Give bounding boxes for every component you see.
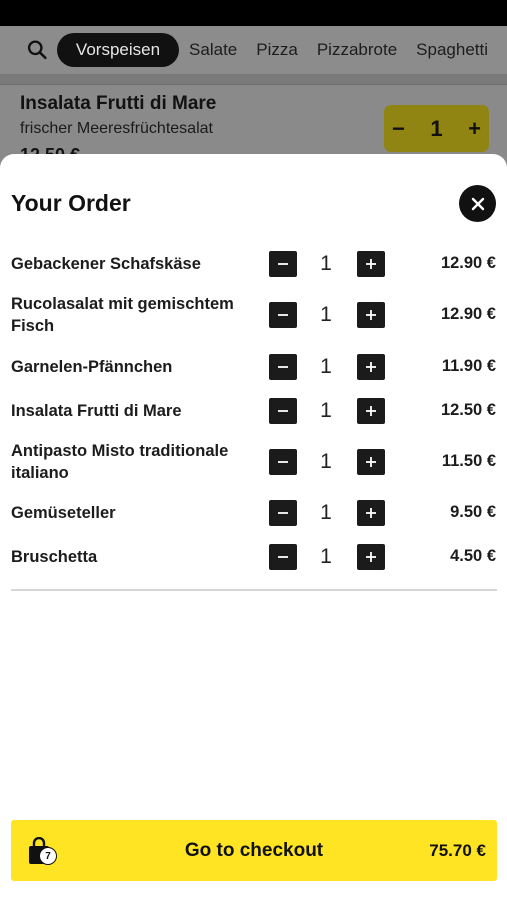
minus-icon: [278, 366, 288, 368]
status-bar: [0, 0, 507, 26]
category-tab[interactable]: Salate: [189, 40, 237, 60]
decrease-quantity-button[interactable]: [269, 544, 297, 570]
order-item-name: Insalata Frutti di Mare: [11, 402, 182, 420]
decrease-quantity-button[interactable]: [269, 449, 297, 475]
quantity-value: 1: [320, 252, 332, 275]
quantity-value: 1: [320, 399, 332, 422]
quantity-value: 1: [320, 355, 332, 378]
quantity-value: 1: [320, 545, 332, 568]
category-nav: Vorspeisen Salate Pizza Pizzabrote Spagh…: [0, 26, 507, 74]
menu-item-card: Insalata Frutti di Mare frischer Meeresf…: [0, 85, 507, 165]
order-item-name: Rucolasalat mit gemischtem Fisch: [11, 295, 234, 335]
menu-item-stepper: − 1 +: [384, 105, 489, 152]
plus-icon: [366, 552, 376, 562]
category-tab[interactable]: Pizzabrote: [317, 40, 397, 60]
close-icon: [471, 197, 484, 210]
order-title: Your Order: [11, 190, 131, 216]
plus-icon: [366, 457, 376, 467]
decrease-quantity-button[interactable]: [269, 251, 297, 277]
minus-icon: [278, 512, 288, 514]
category-tab[interactable]: Pizza: [256, 40, 298, 60]
increase-quantity-button[interactable]: [357, 449, 385, 475]
increase-quantity-button[interactable]: [357, 544, 385, 570]
plus-icon: [366, 508, 376, 518]
order-item-price: 12.90 €: [440, 305, 496, 323]
divider: [11, 589, 497, 591]
minus-icon: [278, 461, 288, 463]
search-icon[interactable]: [26, 37, 49, 63]
order-item-price: 11.50 €: [441, 452, 496, 470]
plus-icon: [366, 310, 376, 320]
checkout-total: 75.70 €: [429, 841, 486, 860]
quantity-value: 1: [320, 303, 332, 326]
checkout-label: Go to checkout: [184, 840, 324, 861]
minus-icon: [278, 263, 288, 265]
category-tab-active[interactable]: Vorspeisen: [56, 33, 180, 67]
order-item-name: Gemüseteller: [11, 504, 116, 522]
close-button[interactable]: [459, 185, 496, 222]
increase-quantity-button[interactable]: [357, 251, 385, 277]
order-item-price: 12.90 €: [440, 254, 496, 272]
increase-quantity-button[interactable]: [357, 302, 385, 328]
minus-icon: [278, 556, 288, 558]
order-item-price: 12.50 €: [440, 401, 496, 419]
minus-icon: [278, 314, 288, 316]
menu-item-name: Insalata Frutti di Mare: [20, 93, 217, 114]
minus-icon: [278, 410, 288, 412]
decrease-quantity-button[interactable]: [269, 500, 297, 526]
decrease-quantity-button[interactable]: [269, 302, 297, 328]
menu-item-description: frischer Meeresfrüchtesalat: [20, 120, 213, 137]
category-tab[interactable]: Spaghetti: [416, 40, 488, 60]
plus-icon: [366, 259, 376, 269]
order-item-name: Garnelen-Pfännchen: [11, 358, 173, 376]
quantity-value: 1: [320, 450, 332, 473]
order-item-name: Bruschetta: [11, 548, 98, 566]
order-item-price: 11.90 €: [441, 357, 496, 375]
order-item-name: Antipasto Misto traditionale italiano: [11, 442, 229, 482]
order-sheet: Your Order Gebackener Schafskäse 1 12.90 €…: [0, 154, 507, 900]
order-item-name: Gebackener Schafskäse: [11, 255, 201, 273]
quantity-value: 1: [320, 501, 332, 524]
checkout-button[interactable]: 7 Go to checkout 75.70 €: [11, 820, 497, 881]
order-item-price: 4.50 €: [450, 547, 496, 565]
increase-quantity-button[interactable]: [357, 354, 385, 380]
plus-icon: [366, 362, 376, 372]
minus-icon[interactable]: −: [392, 116, 405, 142]
plus-icon: [366, 406, 376, 416]
decrease-quantity-button[interactable]: [269, 398, 297, 424]
plus-icon[interactable]: +: [468, 116, 481, 142]
increase-quantity-button[interactable]: [357, 500, 385, 526]
increase-quantity-button[interactable]: [357, 398, 385, 424]
order-item-price: 9.50 €: [450, 503, 496, 521]
decrease-quantity-button[interactable]: [269, 354, 297, 380]
quantity-value: 1: [430, 115, 443, 141]
